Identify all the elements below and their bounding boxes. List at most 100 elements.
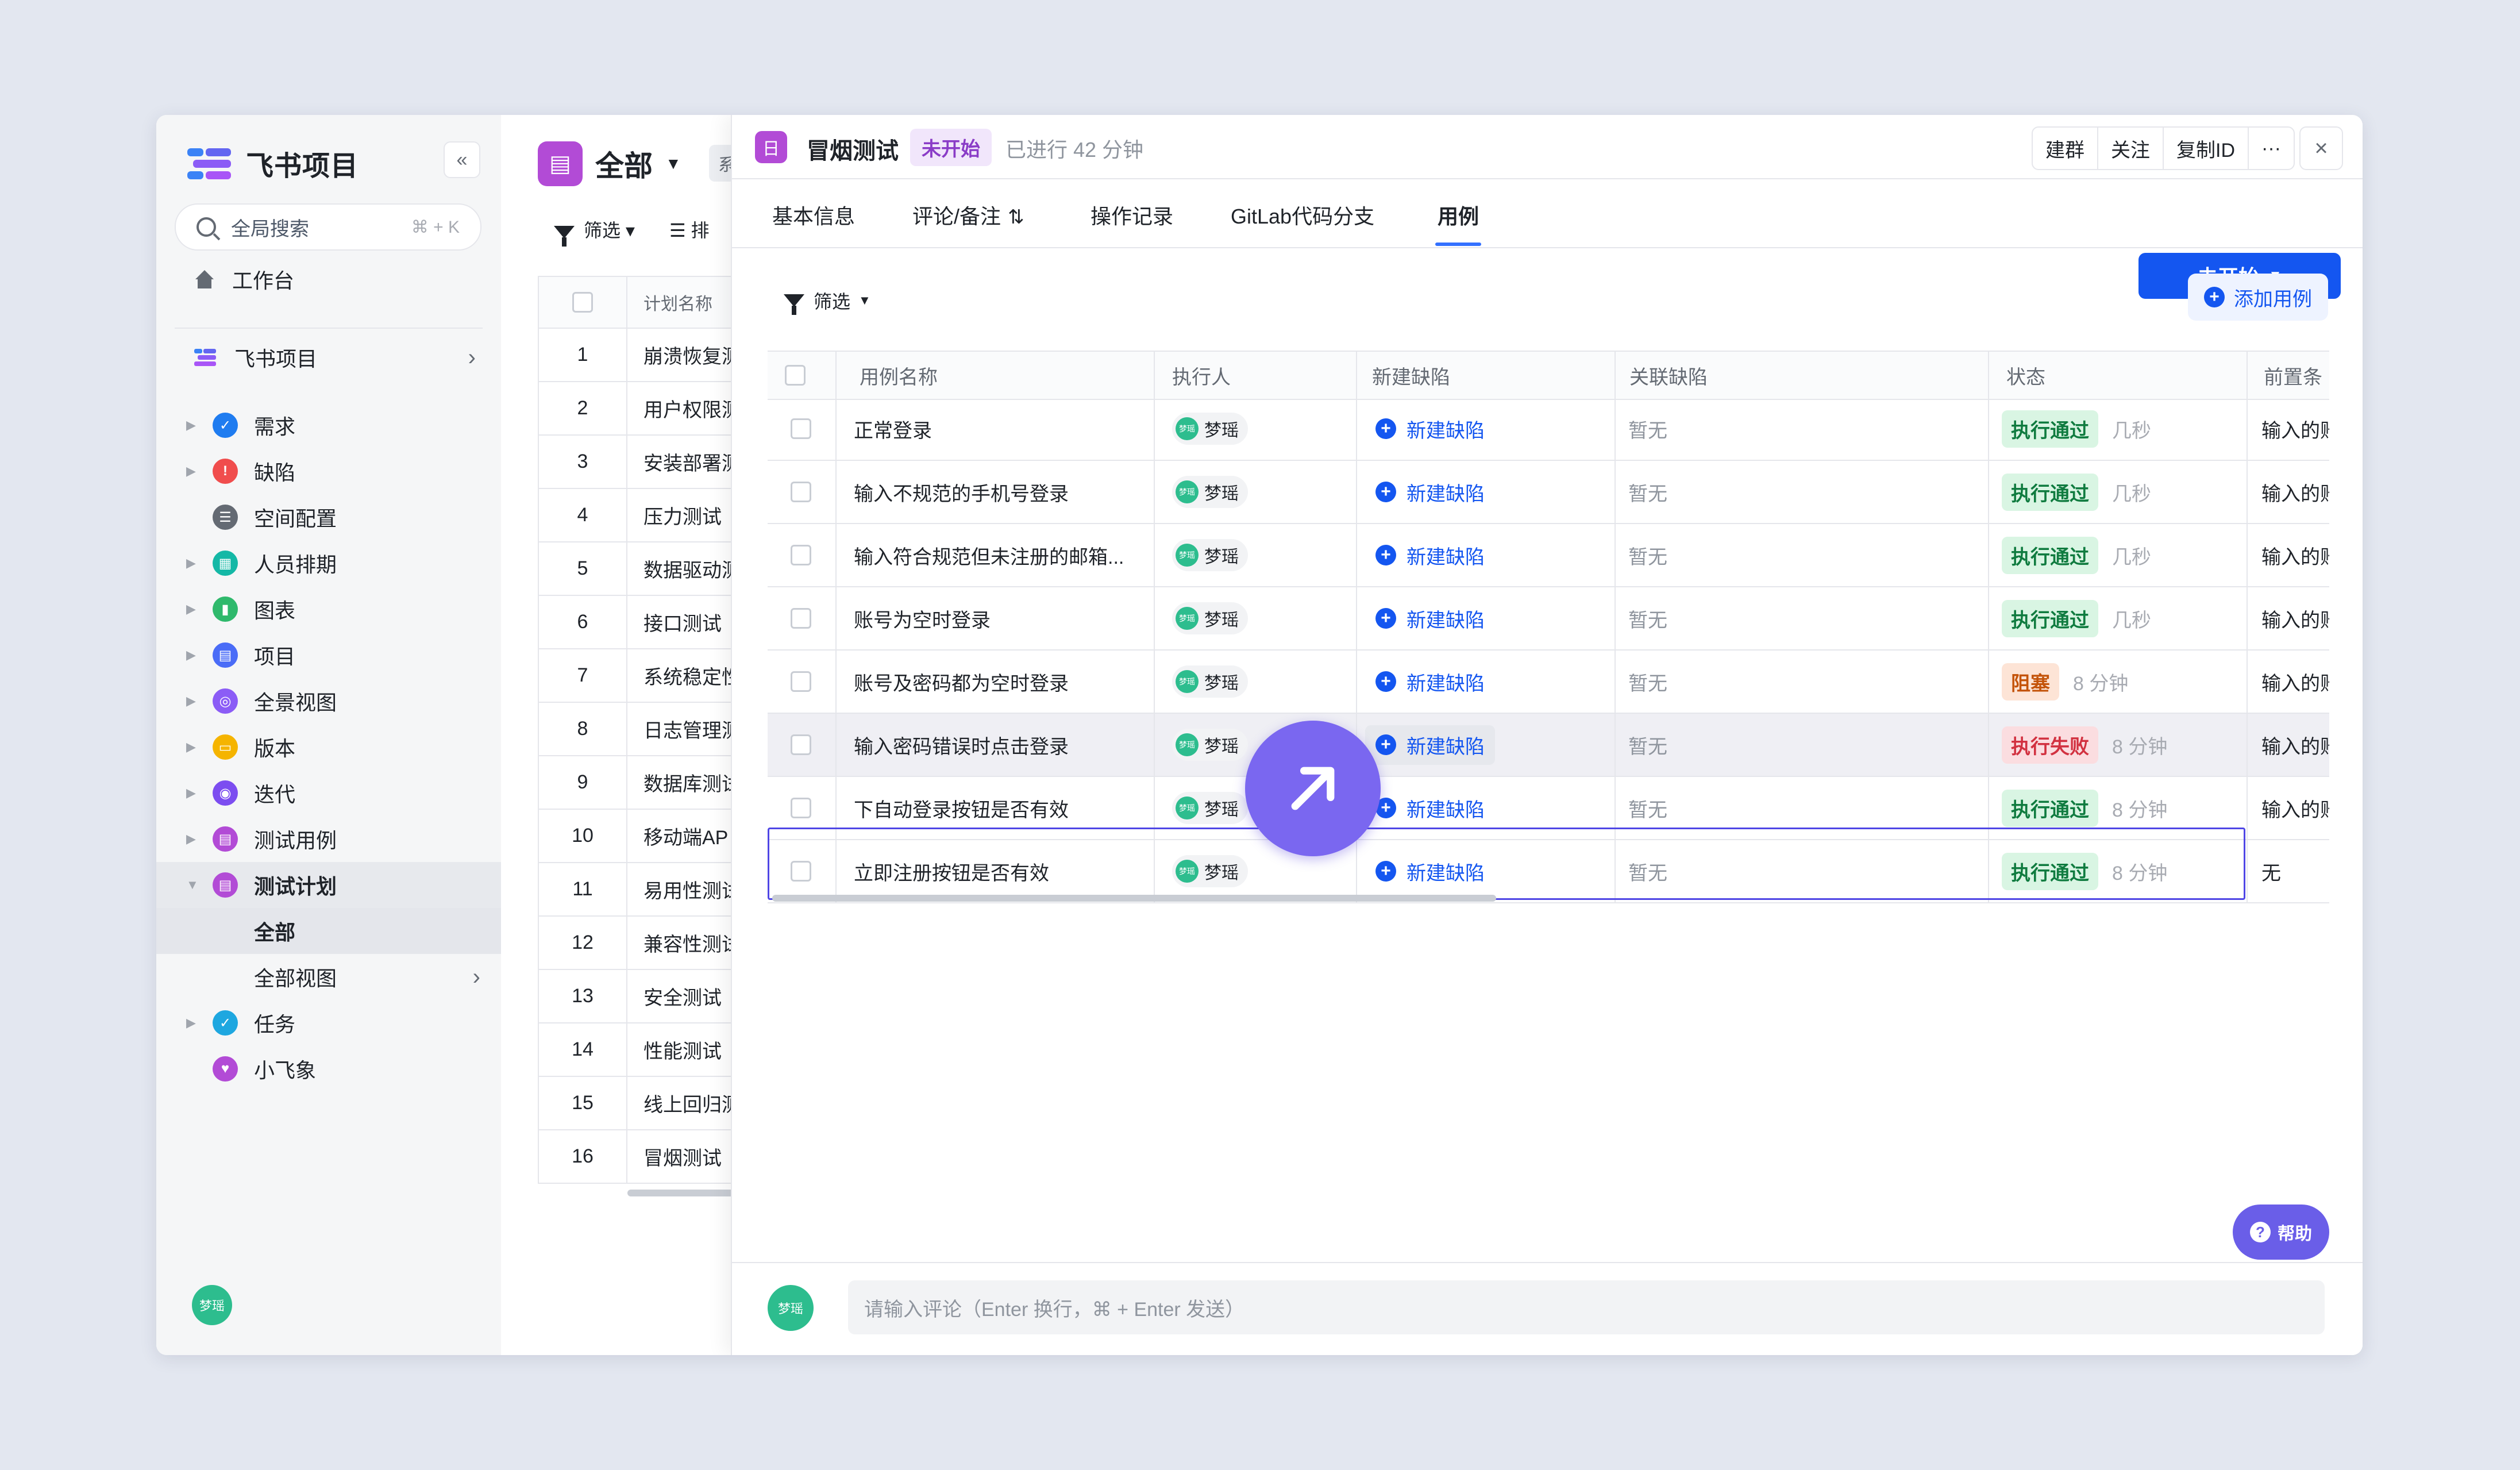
executor-chip[interactable]: 梦瑶 梦瑶	[1172, 476, 1248, 508]
row-checkbox[interactable]	[791, 671, 811, 692]
sidebar-subitem-all-views[interactable]: 全部视图 ›	[156, 954, 501, 1000]
case-name[interactable]: 账号为空时登录	[854, 587, 1147, 649]
list-header[interactable]: ▤ 全部 ▼	[538, 141, 681, 186]
sidebar-item-test-plans[interactable]: ▼ ▤ 测试计划	[156, 862, 501, 908]
case-name[interactable]: 输入密码错误时点击登录	[854, 714, 1147, 776]
row-checkbox[interactable]	[791, 545, 811, 565]
sidebar-item-iterations[interactable]: ▶ ◉ 迭代	[156, 770, 501, 816]
horizontal-scrollbar[interactable]	[772, 895, 1496, 902]
executor-chip[interactable]: 梦瑶 梦瑶	[1172, 602, 1248, 634]
tab-basic-info[interactable]: 基本信息	[772, 200, 855, 230]
case-name[interactable]: 输入不规范的手机号登录	[854, 461, 1147, 523]
new-bug-button[interactable]: + 新建缺陷	[1365, 409, 1495, 449]
sidebar-item-space-config[interactable]: ☰ 空间配置	[156, 494, 501, 540]
row-checkbox[interactable]	[791, 861, 811, 882]
select-all-checkbox[interactable]	[572, 292, 593, 313]
select-all-checkbox[interactable]	[785, 365, 806, 386]
case-name[interactable]: 立即注册按钮是否有效	[854, 840, 1147, 902]
sidebar-subitem-all[interactable]: 全部	[156, 908, 501, 954]
sidebar-item-tasks[interactable]: ▶ ✓ 任务	[156, 1000, 501, 1046]
expand-arrow-icon: ▶	[186, 832, 196, 846]
table-row[interactable]: 账号为空时登录 梦瑶梦瑶 + 新建缺陷 暂无 执行通过几秒 输入的账	[768, 587, 2329, 651]
status-badge[interactable]: 执行通过	[2002, 536, 2098, 574]
collapse-sidebar-button[interactable]: «	[444, 141, 480, 178]
status-badge[interactable]: 执行通过	[2002, 789, 2098, 827]
executor-chip[interactable]: 梦瑶 梦瑶	[1172, 665, 1248, 698]
new-bug-button[interactable]: + 新建缺陷	[1365, 536, 1495, 575]
table-row[interactable]: 正常登录 梦瑶梦瑶 + 新建缺陷 暂无 执行通过几秒 输入的账	[768, 398, 2329, 461]
tab-cases[interactable]: 用例	[1438, 200, 1479, 230]
precondition: 输入的账	[2261, 609, 2329, 632]
status-badge[interactable]: 执行通过	[2002, 852, 2098, 890]
row-checkbox[interactable]	[791, 734, 811, 755]
sidebar-item-scheduling[interactable]: ▶ ▦ 人员排期	[156, 540, 501, 586]
sidebar-item-panorama[interactable]: ▶ ◎ 全景视图	[156, 678, 501, 724]
create-group-button[interactable]: 建群	[2033, 128, 2099, 169]
executor-chip[interactable]: 梦瑶 梦瑶	[1172, 792, 1248, 824]
executor-chip[interactable]: 梦瑶 梦瑶	[1172, 855, 1248, 887]
status-badge[interactable]: 执行失败	[2002, 726, 2098, 764]
table-row[interactable]: 账号及密码都为空时登录 梦瑶梦瑶 + 新建缺陷 暂无 阻塞 8 分钟 输入的账	[768, 651, 2329, 714]
workbench-link[interactable]: 工作台	[194, 264, 294, 294]
global-search[interactable]: 全局搜索 ⌘ + K	[175, 203, 481, 251]
executor-chip[interactable]: 梦瑶 梦瑶	[1172, 539, 1248, 571]
case-name[interactable]: 账号及密码都为空时登录	[854, 651, 1147, 713]
open-arrow-icon[interactable]	[1245, 721, 1381, 856]
sidebar-item-xiaofeixiang[interactable]: ♥ 小飞象	[156, 1046, 501, 1092]
list-filter-button[interactable]: 筛选 ▾	[554, 216, 635, 247]
tab-comments[interactable]: 评论/备注 ⇅	[912, 200, 1024, 230]
table-row[interactable]: 立即注册按钮是否有效 梦瑶 梦瑶 + 新建缺陷 暂无 执行通过 8 分钟 无	[768, 840, 2329, 903]
tab-gitlab-branch[interactable]: GitLab代码分支	[1231, 200, 1374, 230]
sidebar-item-label: 人员排期	[254, 553, 337, 576]
case-name[interactable]: 输入符合规范但未注册的邮箱...	[854, 524, 1147, 586]
executor-chip[interactable]: 梦瑶 梦瑶	[1172, 413, 1248, 445]
plan-name: 用户权限测	[644, 399, 741, 421]
sidebar-item-charts[interactable]: ▶ ▮ 图表	[156, 586, 501, 632]
copy-id-button[interactable]: 复制ID	[2164, 128, 2249, 169]
sidebar-item-test-cases[interactable]: ▶ ▤ 测试用例	[156, 816, 501, 862]
status-badge[interactable]: 阻塞	[2002, 663, 2059, 701]
version-icon: ▭	[213, 734, 238, 760]
more-icon[interactable]: ···	[2249, 128, 2294, 169]
expand-arrow-icon: ▶	[186, 786, 196, 800]
sidebar-item-bugs[interactable]: ▶ ! 缺陷	[156, 448, 501, 494]
user-avatar[interactable]: 梦瑶	[192, 1285, 232, 1325]
new-bug-button[interactable]: + 新建缺陷	[1365, 472, 1495, 512]
executor-chip[interactable]: 梦瑶 梦瑶	[1172, 729, 1248, 761]
new-bug-button[interactable]: + 新建缺陷	[1365, 852, 1495, 891]
comment-input[interactable]: 请输入评论（Enter 换行，⌘ + Enter 发送）	[848, 1280, 2325, 1334]
new-bug-button[interactable]: + 新建缺陷	[1365, 599, 1495, 638]
table-row[interactable]: 输入不规范的手机号登录 梦瑶梦瑶 + 新建缺陷 暂无 执行通过几秒 输入的账	[768, 461, 2329, 524]
chevron-right-icon: ›	[468, 344, 476, 370]
case-name[interactable]: 下自动登录按钮是否有效	[854, 777, 1147, 839]
new-bug-button[interactable]: + 新建缺陷	[1365, 662, 1495, 702]
add-case-button[interactable]: + 添加用例	[2188, 274, 2328, 321]
cases-filter-button[interactable]: 筛选 ▼	[784, 287, 871, 315]
status-badge[interactable]: 执行通过	[2002, 599, 2098, 637]
row-checkbox[interactable]	[791, 418, 811, 439]
sidebar: 飞书项目 « 全局搜索 ⌘ + K 工作台 飞书项目 › ▶ ✓ 需求 ▶ ! …	[156, 115, 502, 1355]
status-badge[interactable]: 执行通过	[2002, 473, 2098, 511]
follow-button[interactable]: 关注	[2098, 128, 2164, 169]
project-switcher[interactable]: 飞书项目 ›	[194, 339, 481, 376]
sidebar-item-versions[interactable]: ▶ ▭ 版本	[156, 724, 501, 770]
brand[interactable]: 飞书项目	[187, 140, 359, 186]
row-checkbox[interactable]	[791, 482, 811, 502]
sidebar-item-requirements[interactable]: ▶ ✓ 需求	[156, 402, 501, 448]
case-name[interactable]: 正常登录	[854, 398, 1147, 460]
help-button[interactable]: ? 帮助	[2233, 1205, 2329, 1260]
row-checkbox[interactable]	[791, 608, 811, 629]
row-number: 4	[539, 489, 627, 541]
sidebar-item-label: 全景视图	[254, 691, 337, 714]
new-bug-button[interactable]: + 新建缺陷	[1365, 725, 1495, 765]
sidebar-item-projects[interactable]: ▶ ▤ 项目	[156, 632, 501, 678]
close-icon[interactable]: ×	[2299, 126, 2343, 170]
status-badge[interactable]: 执行通过	[2002, 410, 2098, 448]
new-bug-button[interactable]: + 新建缺陷	[1365, 788, 1495, 828]
table-row[interactable]: 输入符合规范但未注册的邮箱... 梦瑶 梦瑶 + 新建缺陷 暂无 执行通过 几秒 输入…	[768, 524, 2329, 587]
table-row-hovered[interactable]: 输入密码错误时点击登录 梦瑶梦瑶 + 新建缺陷 暂无 执行失败 8 分钟 输入的账	[768, 714, 2329, 777]
table-row[interactable]: 下自动登录按钮是否有效 梦瑶梦瑶 +新建缺陷 暂无 执行通过 8 分钟 输入的账	[768, 777, 2329, 840]
list-sort-button[interactable]: ☰ 排	[669, 216, 710, 243]
tab-operation-log[interactable]: 操作记录	[1091, 200, 1173, 230]
row-checkbox[interactable]	[791, 798, 811, 818]
